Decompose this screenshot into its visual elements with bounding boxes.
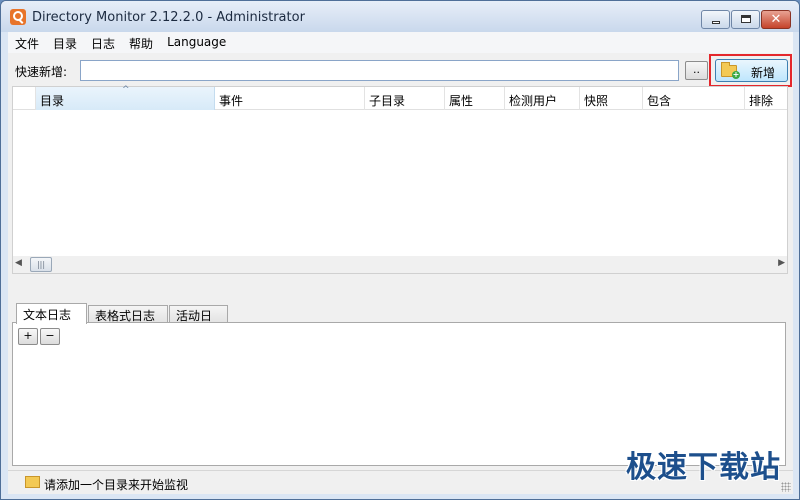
folder-icon — [25, 476, 40, 488]
column-snapshot[interactable]: 快照 — [580, 87, 643, 110]
window-title: Directory Monitor 2.12.2.0 - Administrat… — [32, 10, 305, 25]
menu-language[interactable]: Language — [160, 32, 233, 53]
quick-add-bar: 快速新增: .. + 新增 — [8, 53, 793, 87]
scroll-left-icon[interactable]: ◀ — [15, 258, 22, 268]
maximize-icon — [741, 15, 751, 23]
minimize-button[interactable] — [701, 10, 730, 29]
resize-grip-icon[interactable] — [781, 482, 791, 492]
log-tabs: 文本日志 表格式日志 活动日志 — [12, 303, 788, 340]
horizontal-scrollbar[interactable]: ◀ ||| ▶ — [13, 256, 787, 273]
grid-header: 目录 ^ 事件 子目录 属性 检测用户 快照 包含 排除 — [13, 85, 787, 110]
column-attributes[interactable]: 属性 — [445, 87, 505, 110]
maximize-button[interactable] — [731, 10, 760, 29]
app-search-icon — [10, 9, 26, 25]
sort-ascending-icon: ^ — [122, 85, 130, 95]
minimize-icon — [712, 21, 720, 24]
directory-grid[interactable]: 目录 ^ 事件 子目录 属性 检测用户 快照 包含 排除 ◀ ||| ▶ — [12, 85, 788, 274]
menu-log[interactable]: 日志 — [84, 32, 122, 53]
app-window: Directory Monitor 2.12.2.0 - Administrat… — [0, 0, 800, 500]
tab-table-log[interactable]: 表格式日志 — [88, 305, 168, 323]
close-button[interactable]: ✕ — [761, 10, 791, 29]
close-icon: ✕ — [770, 12, 782, 27]
quick-add-input[interactable] — [80, 60, 679, 81]
menu-help[interactable]: 帮助 — [122, 32, 160, 53]
watermark-logo: 极速下载站 — [626, 450, 781, 485]
column-detect-user[interactable]: 检测用户 — [505, 87, 580, 110]
menu-file[interactable]: 文件 — [8, 32, 46, 53]
zoom-in-button[interactable]: + — [18, 328, 38, 345]
menu-directory[interactable]: 目录 — [46, 32, 84, 53]
column-event[interactable]: 事件 — [215, 87, 365, 110]
scroll-thumb[interactable]: ||| — [30, 257, 52, 272]
scroll-right-icon[interactable]: ▶ — [778, 258, 785, 268]
column-exclude[interactable]: 排除 — [745, 87, 787, 110]
column-directory[interactable]: 目录 ^ — [36, 85, 215, 110]
browse-button[interactable]: .. — [685, 61, 708, 80]
column-include[interactable]: 包含 — [643, 87, 745, 110]
menu-bar: 文件 目录 日志 帮助 Language — [8, 32, 793, 53]
status-text: 请添加一个目录来开始监视 — [44, 478, 189, 492]
window-controls: ✕ — [700, 10, 791, 29]
tab-activity-log[interactable]: 活动日志 — [169, 305, 228, 340]
column-subdirectory[interactable]: 子目录 — [365, 87, 445, 110]
client-area: 文件 目录 日志 帮助 Language 快速新增: .. + 新增 目录 ^ — [8, 32, 793, 494]
column-directory-label: 目录 — [40, 94, 65, 108]
folder-add-icon: + — [721, 62, 740, 79]
title-bar[interactable]: Directory Monitor 2.12.2.0 - Administrat… — [1, 1, 799, 32]
plus-icon: + — [732, 70, 740, 79]
add-button[interactable]: + 新增 — [715, 59, 788, 82]
add-button-label: 新增 — [751, 66, 776, 80]
row-selector-header — [13, 87, 36, 110]
tab-text-log[interactable]: 文本日志 — [16, 303, 87, 324]
zoom-out-button[interactable]: − — [40, 328, 60, 345]
quick-add-label: 快速新增: — [15, 65, 68, 79]
